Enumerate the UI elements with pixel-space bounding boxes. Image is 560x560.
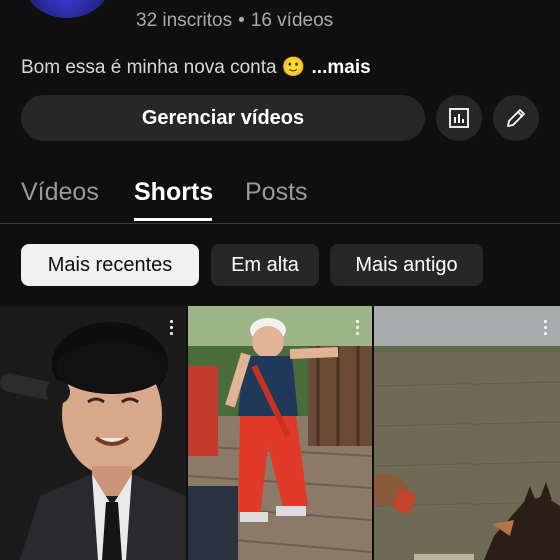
- more-vert-icon[interactable]: [544, 320, 548, 336]
- short-thumbnail[interactable]: [374, 306, 560, 560]
- tab-shorts[interactable]: Shorts: [134, 178, 213, 207]
- channel-tabs: Vídeos Shorts Posts: [0, 165, 560, 224]
- thumbnail-image: [374, 306, 560, 560]
- analytics-button[interactable]: [436, 95, 482, 141]
- channel-description[interactable]: Bom essa é minha nova conta 🙂 ...mais: [21, 55, 371, 79]
- short-thumbnail[interactable]: [0, 306, 186, 560]
- thumbnail-image: [0, 306, 186, 560]
- pencil-icon: [507, 109, 525, 127]
- channel-avatar[interactable]: [22, 0, 112, 18]
- edit-channel-button[interactable]: [493, 95, 539, 141]
- more-vert-icon[interactable]: [356, 320, 360, 336]
- short-thumbnail[interactable]: [188, 306, 372, 560]
- chip-popular[interactable]: Em alta: [211, 244, 319, 286]
- tab-posts[interactable]: Posts: [245, 178, 308, 207]
- chip-most-recent[interactable]: Mais recentes: [21, 244, 199, 286]
- thumbnail-image: [188, 306, 372, 560]
- description-text: Bom essa é minha nova conta 🙂: [21, 57, 306, 78]
- meta-separator: •: [238, 10, 245, 31]
- video-count: 16 vídeos: [250, 10, 334, 31]
- bar-chart-icon: [449, 108, 469, 128]
- tab-videos[interactable]: Vídeos: [21, 178, 99, 207]
- chip-oldest[interactable]: Mais antigo: [330, 244, 483, 286]
- active-tab-indicator: [134, 218, 212, 221]
- channel-meta: 32 inscritos • 16 vídeos: [136, 10, 333, 32]
- shorts-grid: [0, 306, 560, 560]
- more-link[interactable]: ...mais: [312, 57, 371, 78]
- subscriber-count: 32 inscritos: [136, 10, 233, 31]
- more-vert-icon[interactable]: [170, 320, 174, 336]
- manage-videos-button[interactable]: Gerenciar vídeos: [21, 95, 425, 141]
